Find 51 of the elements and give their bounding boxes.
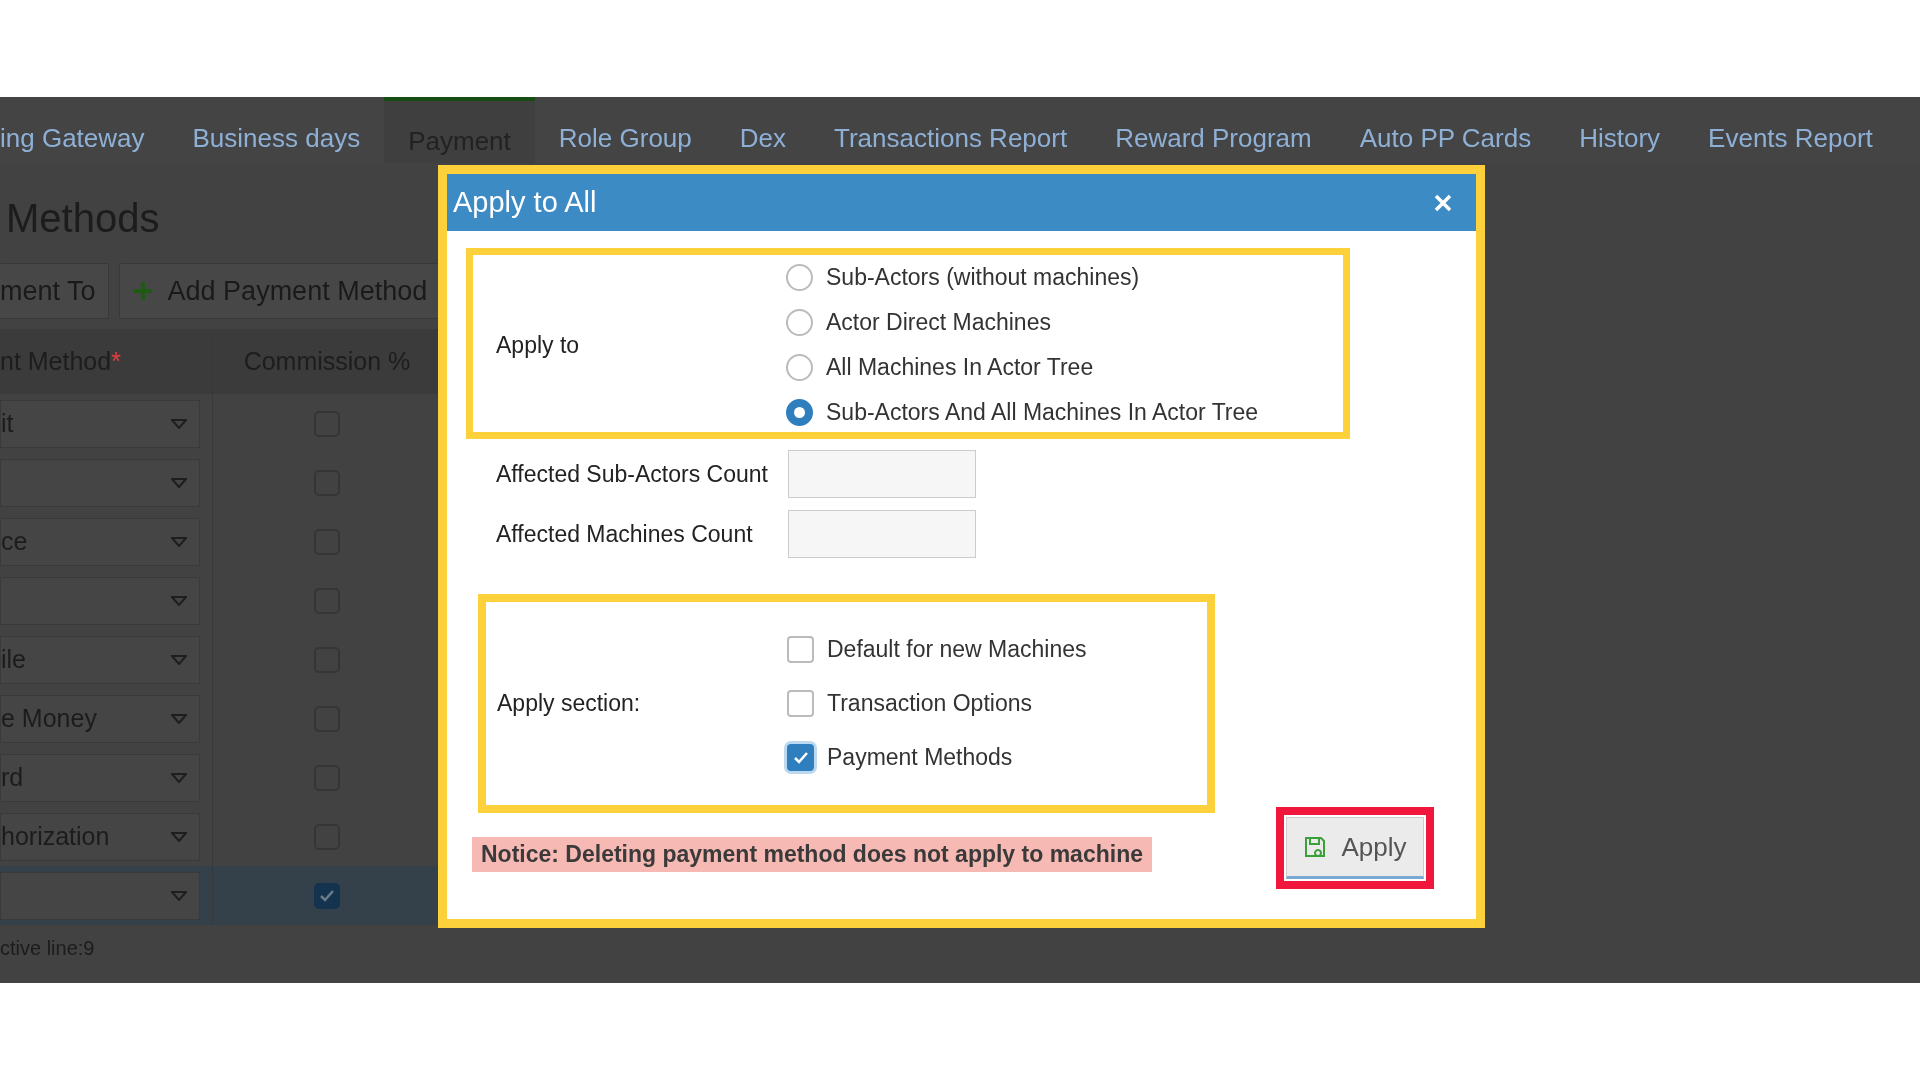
tab[interactable]: History [1555,97,1685,163]
tab[interactable]: Auto PP Cards [1335,97,1556,163]
dropdown[interactable] [0,871,200,920]
caret-icon [171,890,187,901]
caret-icon [171,536,187,547]
input-field[interactable] [788,450,976,498]
radio-button[interactable] [786,399,813,426]
option-label[interactable]: Sub-Actors And All Machines In Actor Tree [826,399,1259,426]
checkbox[interactable] [787,690,814,717]
tab[interactable]: Reward Program [1091,97,1336,163]
tab[interactable]: Dex [715,97,810,163]
radio-button[interactable] [786,309,813,336]
close-icon[interactable] [1433,192,1453,213]
plus-icon [131,280,154,302]
checkbox[interactable] [314,882,340,909]
field-label: Apply section: [497,690,642,717]
caret-icon [171,477,187,488]
apply-button[interactable]: Apply [1286,817,1424,879]
caret-icon [171,831,187,842]
option-label[interactable]: Actor Direct Machines [826,309,1051,336]
option-label[interactable]: All Machines In Actor Tree [826,354,1094,381]
caret-icon [171,713,187,724]
grid-row[interactable] [0,866,440,925]
checkbox[interactable] [787,744,814,771]
option-label[interactable]: Default for new Machines [827,636,1087,663]
caret-icon [171,418,187,429]
tab[interactable]: Role Group [534,97,716,163]
field-label: Apply to [496,331,581,359]
tab[interactable]: Business days [168,97,385,163]
check-icon [319,888,335,903]
checkbox[interactable] [787,636,814,663]
tab[interactable]: ing Gateway [0,97,169,163]
option-label[interactable]: Sub-Actors (without machines) [826,264,1140,291]
tab[interactable]: Transactions Report [810,97,1092,163]
input-field[interactable] [788,510,976,558]
notice-text: Notice: Deleting payment method does not apply to machine [472,836,1152,872]
dropdown[interactable] [0,458,200,507]
radio-button[interactable] [786,354,813,381]
field-label: Affected Sub-Actors Count [496,460,769,488]
field-label: Affected Machines Count [496,520,754,548]
caret-icon [171,772,187,783]
caret-icon [171,595,187,606]
caret-icon [171,654,187,665]
tab[interactable]: Events Report [1684,97,1897,163]
check-icon [792,750,809,765]
dropdown[interactable] [0,576,200,625]
option-label[interactable]: Payment Methods [827,744,1013,771]
dialog-title: Apply to All [453,186,597,219]
radio-button[interactable] [786,264,813,291]
option-label[interactable]: Transaction Options [827,690,1032,717]
save-icon [1303,835,1328,859]
